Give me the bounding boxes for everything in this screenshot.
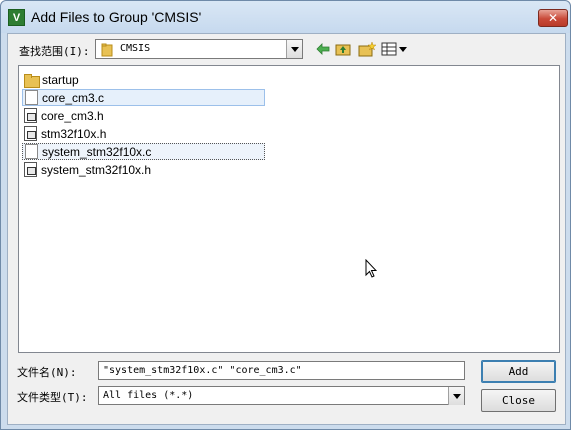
c-file-icon	[25, 90, 38, 105]
file-list[interactable]: startup core_cm3.c core_cm3.h stm32f10x.…	[18, 65, 560, 353]
file-name: system_stm32f10x.c	[42, 144, 152, 159]
new-folder-icon[interactable]	[358, 40, 376, 58]
filetype-dropdown-button[interactable]	[448, 387, 464, 405]
mouse-pointer-icon	[365, 258, 378, 281]
list-item-focused[interactable]: system_stm32f10x.c	[22, 143, 265, 160]
app-icon: V	[8, 9, 25, 26]
list-item[interactable]: core_cm3.h	[22, 107, 106, 124]
add-files-dialog: V Add Files to Group 'CMSIS' ✕ 查找范围(I): …	[0, 0, 571, 430]
file-name: system_stm32f10x.h	[41, 162, 152, 177]
look-in-dropdown-button[interactable]	[286, 40, 302, 58]
list-item-folder[interactable]: startup	[22, 71, 81, 88]
file-name: startup	[42, 72, 79, 87]
up-folder-icon[interactable]	[334, 40, 352, 58]
h-file-icon	[24, 162, 37, 177]
look-in-value: CMSIS	[120, 43, 151, 54]
list-item[interactable]: system_stm32f10x.h	[22, 161, 153, 178]
filename-input[interactable]: "system_stm32f10x.c" "core_cm3.c"	[98, 361, 465, 380]
h-file-icon	[24, 108, 37, 123]
dialog-body: 查找范围(I): CMSIS startup core_cm3.c core_c…	[7, 33, 566, 425]
h-file-icon	[24, 126, 37, 141]
back-arrow-icon[interactable]	[314, 40, 332, 58]
filetype-dropdown[interactable]: All files (*.*)	[98, 386, 465, 405]
close-window-button[interactable]: ✕	[538, 9, 568, 27]
folder-icon	[101, 43, 113, 60]
list-item[interactable]: stm32f10x.h	[22, 125, 108, 142]
list-item-selected[interactable]: core_cm3.c	[22, 89, 265, 106]
chevron-down-icon	[452, 393, 461, 399]
file-name: core_cm3.c	[42, 90, 105, 105]
view-menu-icon[interactable]	[381, 40, 409, 58]
file-name: core_cm3.h	[41, 108, 104, 123]
look-in-label: 查找范围(I):	[19, 45, 90, 58]
close-button[interactable]: Close	[481, 389, 556, 412]
look-in-dropdown[interactable]: CMSIS	[95, 39, 303, 59]
chevron-down-icon	[290, 46, 299, 52]
window-title: Add Files to Group 'CMSIS'	[31, 9, 202, 25]
filetype-value: All files (*.*)	[103, 390, 194, 401]
c-file-icon	[25, 144, 38, 159]
folder-icon	[24, 73, 40, 88]
filetype-label: 文件类型(T):	[17, 391, 88, 404]
title-bar[interactable]: V Add Files to Group 'CMSIS' ✕	[1, 1, 570, 33]
file-name: stm32f10x.h	[41, 126, 107, 141]
filename-label: 文件名(N):	[17, 366, 77, 379]
add-button[interactable]: Add	[481, 360, 556, 383]
